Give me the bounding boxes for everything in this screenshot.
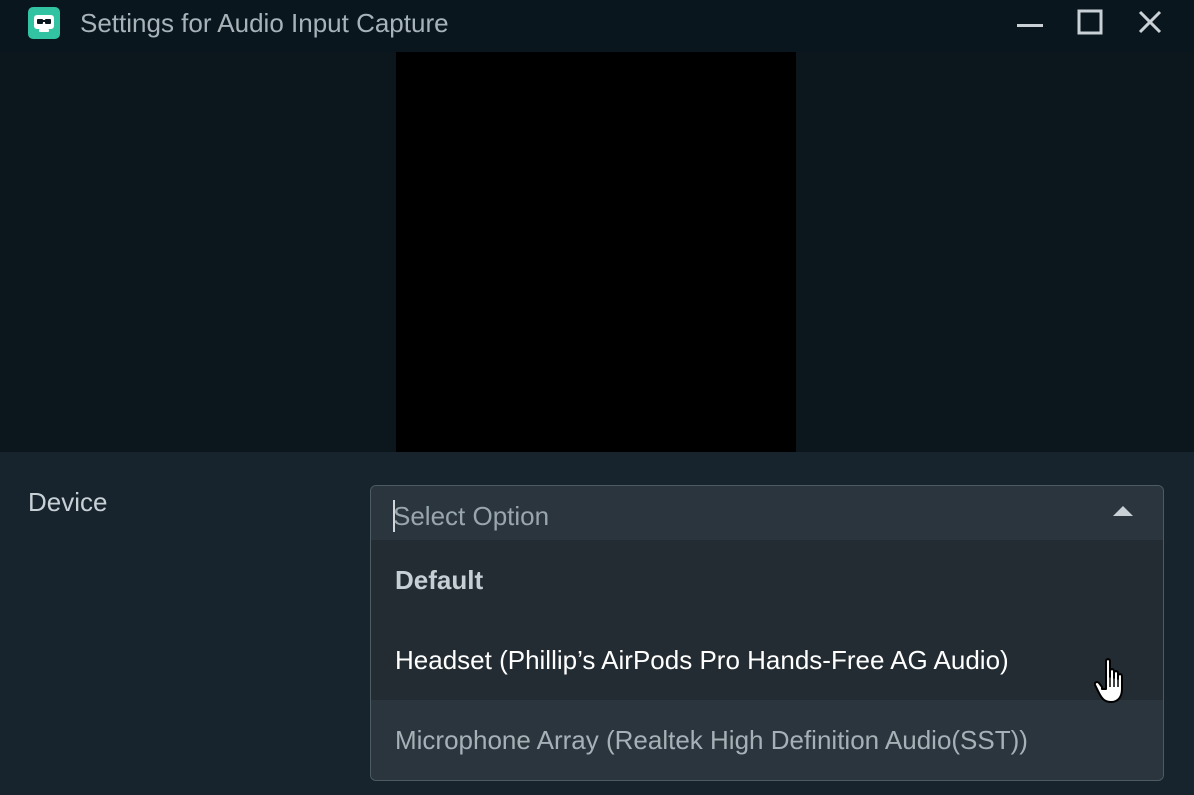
settings-window: Settings for Audio Input Capture Device … [0,0,1194,795]
device-select-input[interactable]: Select Option [371,486,1163,540]
title-bar: Settings for Audio Input Capture [0,0,1194,52]
close-button[interactable] [1130,4,1170,40]
maximize-icon [1077,9,1103,35]
text-caret [393,500,395,532]
device-option-headset[interactable]: Headset (Phillip’s AirPods Pro Hands-Fre… [371,620,1163,700]
device-select[interactable]: Select Option Default Headset (Phillip’s… [370,485,1164,781]
streamlabs-logo-icon [28,7,60,39]
device-option-label: Headset (Phillip’s AirPods Pro Hands-Fre… [395,645,1009,675]
device-option-label: Default [395,565,484,595]
minimize-icon [1017,24,1043,27]
window-title: Settings for Audio Input Capture [80,8,449,38]
minimize-button[interactable] [1010,4,1050,40]
source-preview-area [0,52,1194,452]
chevron-up-icon[interactable] [1113,506,1133,516]
settings-form: Device Select Option Default Headset (Ph… [0,452,1194,795]
device-select-placeholder: Select Option [393,501,550,531]
maximize-button[interactable] [1070,4,1110,40]
device-label: Device [28,487,108,517]
device-option-microphone-array[interactable]: Microphone Array (Realtek High Definitio… [371,700,1163,780]
device-option-label: Microphone Array (Realtek High Definitio… [395,725,1028,755]
source-preview [396,52,796,452]
close-icon [1138,10,1162,34]
device-option-default[interactable]: Default [371,540,1163,620]
